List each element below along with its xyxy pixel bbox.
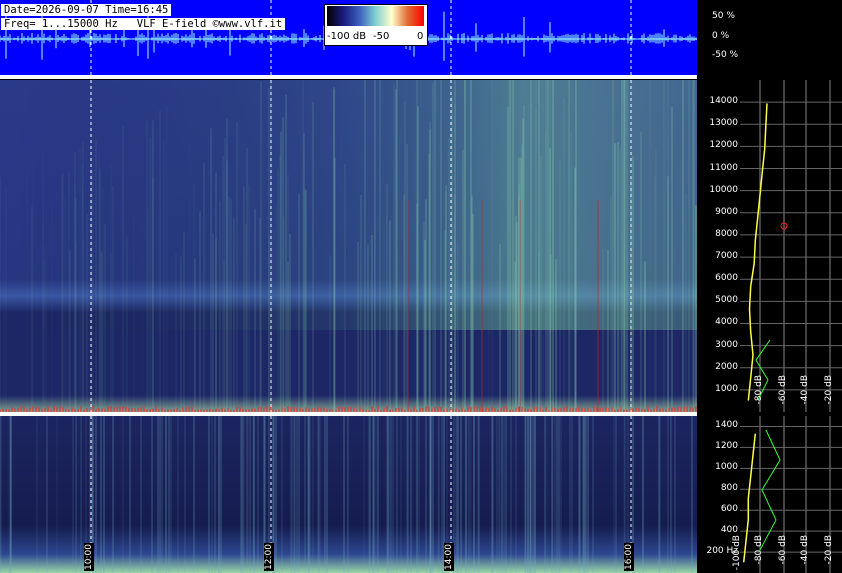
profile-db-label: -60 dB xyxy=(778,375,788,405)
low-freq-tick-label: 1000 xyxy=(715,462,738,473)
profile-db-label-lower: -60 dB xyxy=(778,535,788,565)
time-tick-label: 10:00 xyxy=(84,543,94,571)
profile-db-label: -80 dB xyxy=(754,375,764,405)
freq-tick-label: 5000 xyxy=(715,295,738,306)
low-freq-tick-label: 800 xyxy=(720,483,738,494)
freq-tick-label: 2000 xyxy=(715,361,738,372)
profile-db-label-lower: -20 dB xyxy=(824,535,834,565)
profile-db-label-lower: -40 dB xyxy=(800,535,810,565)
time-tick-label: 12:00 xyxy=(264,543,274,571)
freq-tick-label: 1000 xyxy=(715,383,738,394)
freq-tick-label: 13000 xyxy=(709,118,738,129)
low-freq-tick-label: 1200 xyxy=(715,441,738,452)
scale-label-min: -100 dB xyxy=(327,31,367,42)
freq-label: Freq= 1...15000 Hz VLF E-field ©www.vlf.… xyxy=(1,18,286,30)
color-scale: -100 dB -50 0 xyxy=(324,4,428,46)
profile-db-label-lower: -100 dB xyxy=(732,535,742,571)
color-scale-bar xyxy=(327,6,424,26)
waveform-tick-0: 0 % xyxy=(712,31,730,41)
date-time-label: Date=2026-09-07 Time=16:45 xyxy=(1,4,172,16)
freq-tick-label: 9000 xyxy=(715,206,738,217)
waveform-tick-neg50: -50 % xyxy=(712,50,739,60)
profile-db-label-lower: -80 dB xyxy=(754,535,764,565)
time-tick-label: 14:00 xyxy=(444,543,454,571)
freq-tick-label: 3000 xyxy=(715,339,738,350)
scale-label-mid: -50 xyxy=(373,31,390,42)
waveform-separator xyxy=(0,75,697,79)
low-freq-tick-label: 400 xyxy=(720,525,738,536)
freq-tick-label: 6000 xyxy=(715,273,738,284)
freq-tick-label: 12000 xyxy=(709,140,738,151)
freq-tick-label: 8000 xyxy=(715,228,738,239)
spectrogram-divider xyxy=(0,412,697,416)
vlf-monitor-screen: Date=2026-09-07 Time=16:45 Freq= 1...150… xyxy=(0,0,842,573)
freq-tick-label: 10000 xyxy=(709,184,738,195)
waveform-tick-50: 50 % xyxy=(712,11,735,21)
freq-tick-label: 14000 xyxy=(709,96,738,107)
profile-db-label: -20 dB xyxy=(824,375,834,405)
freq-tick-label: 11000 xyxy=(709,162,738,173)
freq-tick-label: 7000 xyxy=(715,251,738,262)
profile-db-label: -40 dB xyxy=(800,375,810,405)
scale-label-max: 0 xyxy=(417,31,424,42)
low-freq-tick-label: 600 xyxy=(720,504,738,515)
time-tick-label: 16:00 xyxy=(624,543,634,571)
freq-tick-label: 4000 xyxy=(715,317,738,328)
low-freq-tick-label: 1400 xyxy=(715,420,738,431)
